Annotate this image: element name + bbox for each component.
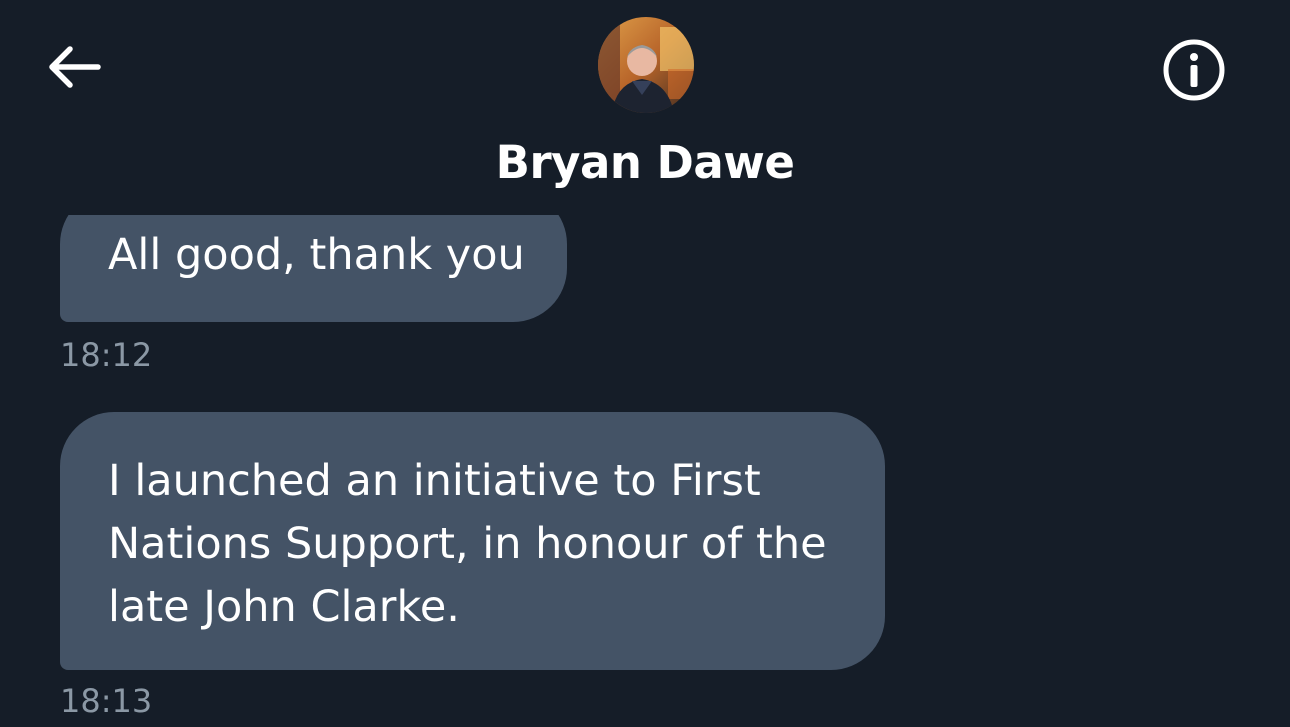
message-timestamp: 18:13 <box>60 682 153 720</box>
info-button[interactable] <box>1160 38 1228 102</box>
info-circle-icon <box>1163 39 1225 101</box>
contact-avatar-photo <box>598 17 694 113</box>
message-bubble[interactable]: I launched an initiative to First Nation… <box>60 412 885 670</box>
contact-avatar[interactable] <box>598 17 694 113</box>
message-timestamp: 18:12 <box>60 336 153 374</box>
contact-name[interactable]: Bryan Dawe <box>0 136 1290 189</box>
dm-conversation-screen: All good, thank you 18:12 I launched an … <box>0 0 1290 727</box>
message-text: I launched an initiative to First Nation… <box>108 456 827 632</box>
message-text: All good, thank you <box>108 230 525 280</box>
arrow-left-icon <box>49 46 101 88</box>
back-button[interactable] <box>40 36 108 98</box>
conversation-header: Bryan Dawe <box>0 0 1290 215</box>
